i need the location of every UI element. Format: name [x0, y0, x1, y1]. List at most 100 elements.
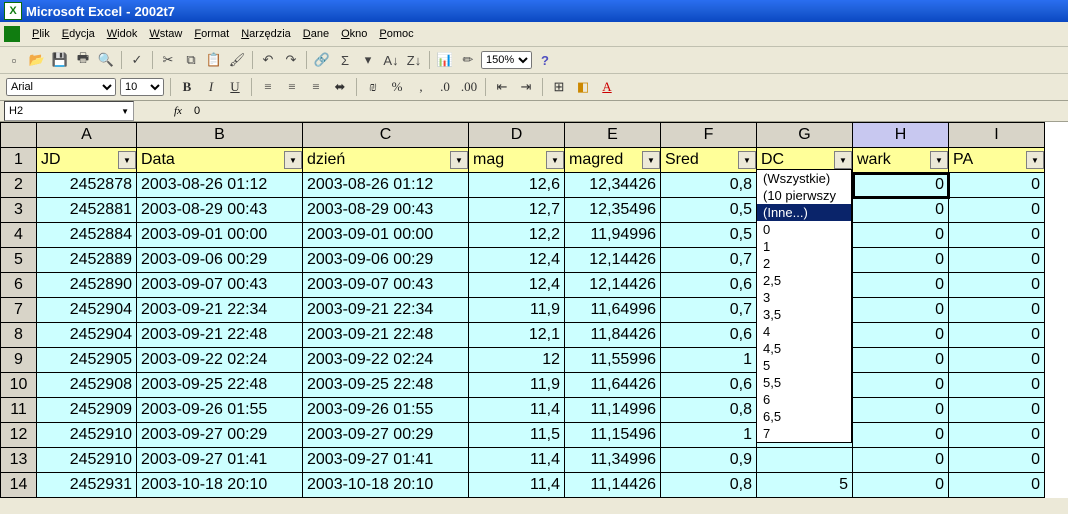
cell[interactable]: 0,9 [661, 448, 757, 473]
cell[interactable]: 2452904 [37, 298, 137, 323]
col-header-F[interactable]: F [661, 123, 757, 148]
inc-indent-icon[interactable]: ⇥ [516, 77, 536, 97]
new-icon[interactable]: ▫ [4, 50, 24, 70]
cell[interactable]: 2003-09-27 01:41 [303, 448, 469, 473]
underline-icon[interactable]: U [225, 77, 245, 97]
menu-narzędzia[interactable]: Narzędzia [235, 26, 297, 42]
cell[interactable]: 2452884 [37, 223, 137, 248]
cell[interactable]: 11,15496 [565, 423, 661, 448]
cell[interactable]: 11,84426 [565, 323, 661, 348]
filter-option[interactable]: (10 pierwszy [757, 187, 851, 204]
align-left-icon[interactable]: ≡ [258, 77, 278, 97]
cell[interactable]: 11,64426 [565, 373, 661, 398]
cell[interactable]: 11,34996 [565, 448, 661, 473]
sort-asc-icon[interactable]: A↓ [381, 50, 401, 70]
cell[interactable]: 11,64996 [565, 298, 661, 323]
cell[interactable]: 0 [853, 423, 949, 448]
filter-option[interactable]: 0 [757, 221, 851, 238]
cell[interactable]: 2003-09-06 00:29 [137, 248, 303, 273]
cell[interactable]: 11,9 [469, 298, 565, 323]
row-header-7[interactable]: 7 [1, 298, 37, 323]
cell[interactable]: 0,5 [661, 198, 757, 223]
row-header-12[interactable]: 12 [1, 423, 37, 448]
menu-widok[interactable]: Widok [101, 26, 144, 42]
spell-icon[interactable]: ✓ [127, 50, 147, 70]
row-header-3[interactable]: 3 [1, 198, 37, 223]
cell[interactable]: 0 [949, 398, 1045, 423]
menu-pomoc[interactable]: Pomoc [373, 26, 419, 42]
cell[interactable]: 11,14426 [565, 473, 661, 498]
cell[interactable]: 2452890 [37, 273, 137, 298]
field-header-Sred[interactable]: Sred▼ [661, 148, 757, 173]
filter-option[interactable]: (Wszystkie) [757, 170, 851, 187]
comma-icon[interactable]: , [411, 77, 431, 97]
cell[interactable]: 2452881 [37, 198, 137, 223]
cell[interactable]: 2452908 [37, 373, 137, 398]
row-header-14[interactable]: 14 [1, 473, 37, 498]
menu-edycja[interactable]: Edycja [56, 26, 101, 42]
cell[interactable]: 12,6 [469, 173, 565, 198]
cell[interactable]: 2003-10-18 20:10 [137, 473, 303, 498]
row-header-8[interactable]: 8 [1, 323, 37, 348]
cell[interactable]: 2452904 [37, 323, 137, 348]
menu-format[interactable]: Format [188, 26, 235, 42]
cell[interactable]: 0,8 [661, 398, 757, 423]
dec-decimal-icon[interactable]: .00 [459, 77, 479, 97]
filter-button-Sred[interactable]: ▼ [738, 151, 756, 169]
autosum-icon[interactable]: Σ [335, 50, 355, 70]
inc-decimal-icon[interactable]: .0 [435, 77, 455, 97]
menu-wstaw[interactable]: Wstaw [143, 26, 188, 42]
cell[interactable]: 11,94996 [565, 223, 661, 248]
filter-option[interactable]: 7 [757, 425, 851, 442]
currency-icon[interactable]: ₪ [363, 77, 383, 97]
cell[interactable]: 0 [853, 248, 949, 273]
menu-plik[interactable]: Plik [26, 26, 56, 42]
cell[interactable]: 12,34426 [565, 173, 661, 198]
cell[interactable]: 0 [949, 273, 1045, 298]
row-header-2[interactable]: 2 [1, 173, 37, 198]
row-header-6[interactable]: 6 [1, 273, 37, 298]
cell[interactable]: 2003-09-07 00:43 [303, 273, 469, 298]
worksheet-grid[interactable]: ABCDEFGHI1JD▼Data▼dzień▼mag▼magred▼Sred▼… [0, 122, 1068, 498]
cell[interactable] [757, 448, 853, 473]
cell[interactable]: 0 [853, 173, 949, 198]
menu-dane[interactable]: Dane [297, 26, 335, 42]
cell[interactable]: 2003-08-26 01:12 [137, 173, 303, 198]
filter-button-PA[interactable]: ▼ [1026, 151, 1044, 169]
field-header-JD[interactable]: JD▼ [37, 148, 137, 173]
filter-option[interactable]: 6 [757, 391, 851, 408]
preview-icon[interactable]: 🔍 [96, 50, 116, 70]
cell[interactable]: 12,2 [469, 223, 565, 248]
menu-okno[interactable]: Okno [335, 26, 373, 42]
filter-button-dzień[interactable]: ▼ [450, 151, 468, 169]
row-header-13[interactable]: 13 [1, 448, 37, 473]
cell[interactable]: 0,8 [661, 173, 757, 198]
filter-option[interactable]: 5 [757, 357, 851, 374]
bold-icon[interactable]: B [177, 77, 197, 97]
cell[interactable]: 0 [949, 298, 1045, 323]
cell[interactable]: 1 [661, 348, 757, 373]
cell[interactable]: 11,9 [469, 373, 565, 398]
formula-input[interactable]: 0 [194, 105, 200, 117]
filter-option[interactable]: 2 [757, 255, 851, 272]
cell[interactable]: 0 [949, 248, 1045, 273]
cell[interactable]: 0,6 [661, 273, 757, 298]
cell[interactable]: 2003-09-27 00:29 [137, 423, 303, 448]
cell[interactable]: 2452889 [37, 248, 137, 273]
col-header-D[interactable]: D [469, 123, 565, 148]
cell[interactable]: 0 [853, 298, 949, 323]
filter-button-DC[interactable]: ▼ [834, 151, 852, 169]
filter-option[interactable]: 5,5 [757, 374, 851, 391]
cell[interactable]: 2003-09-25 22:48 [303, 373, 469, 398]
cell[interactable]: 12,14426 [565, 273, 661, 298]
fontsize-select[interactable]: 10 [120, 78, 164, 96]
cell[interactable]: 12,35496 [565, 198, 661, 223]
cell[interactable]: 1 [661, 423, 757, 448]
cell[interactable]: 11,14996 [565, 398, 661, 423]
copy-icon[interactable]: ⧉ [181, 50, 201, 70]
cell[interactable]: 0,6 [661, 373, 757, 398]
field-header-PA[interactable]: PA▼ [949, 148, 1045, 173]
filter-button-mag[interactable]: ▼ [546, 151, 564, 169]
cell[interactable]: 0 [853, 373, 949, 398]
cell[interactable]: 0 [853, 348, 949, 373]
